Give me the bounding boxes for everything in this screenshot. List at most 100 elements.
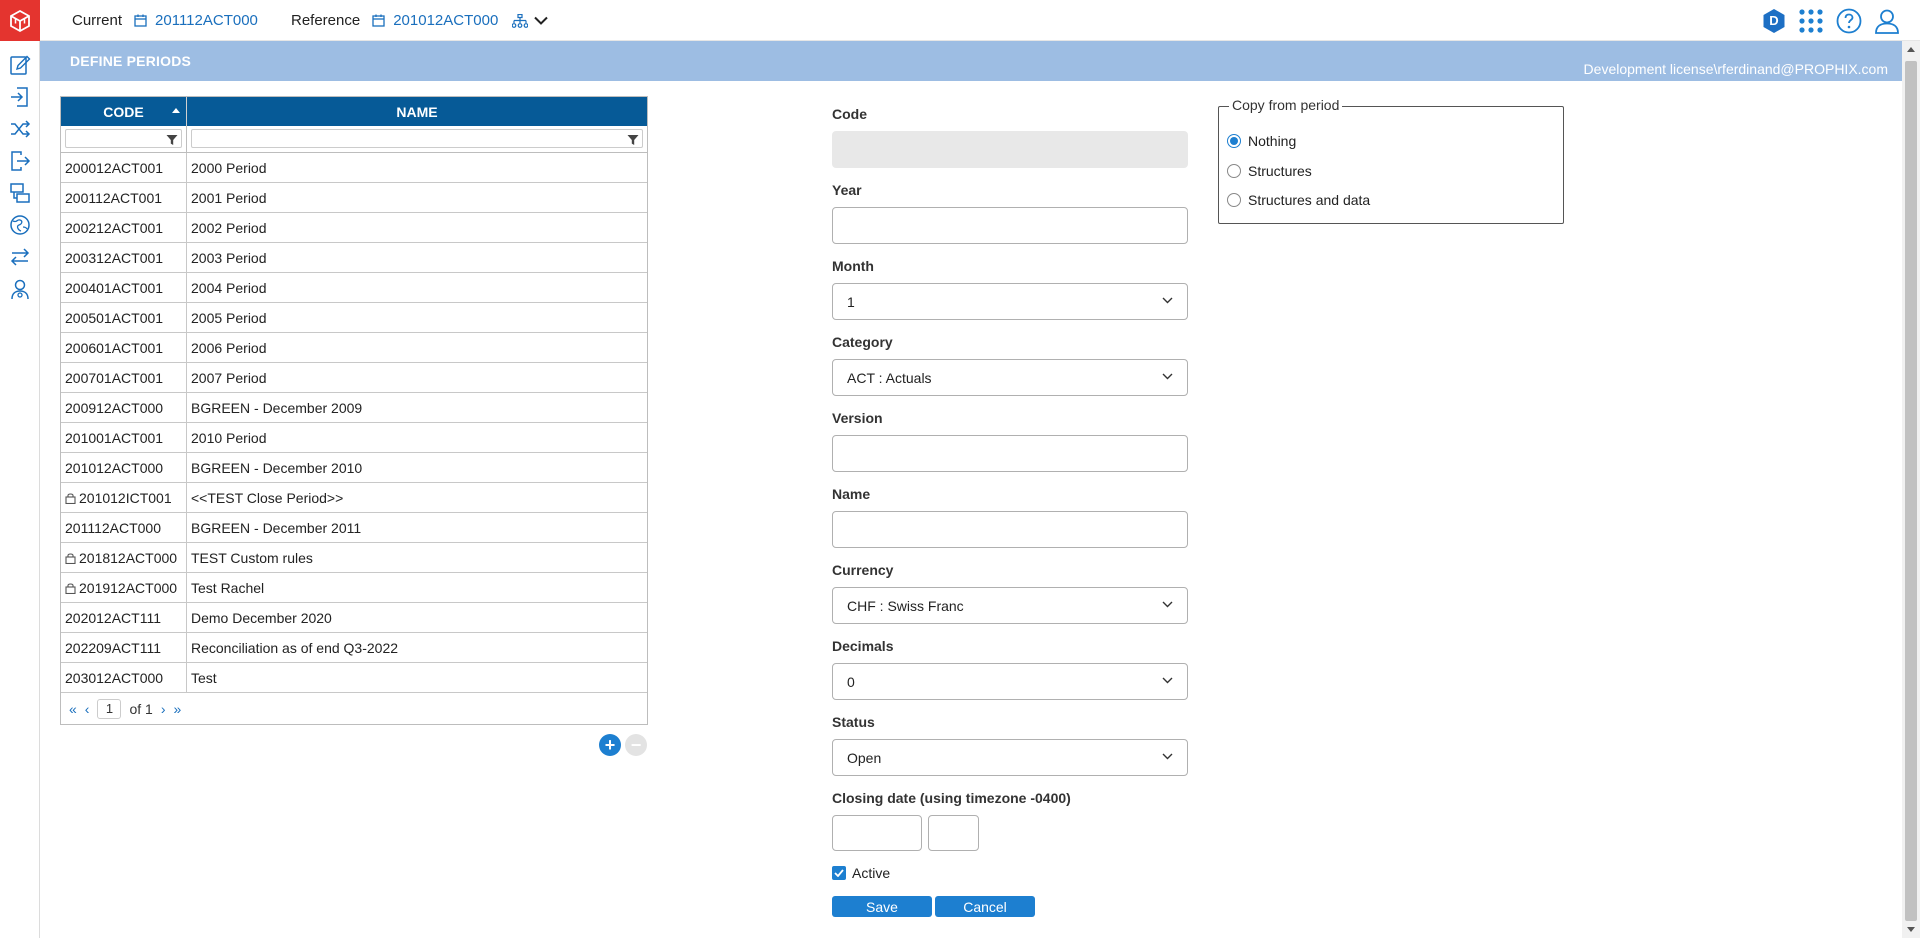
name-cell: BGREEN - December 2009 — [191, 399, 363, 416]
chevron-down-icon — [1162, 297, 1173, 304]
category-select[interactable]: ACT : Actuals — [832, 359, 1188, 396]
table-row[interactable]: 200012ACT001 2000 Period — [61, 153, 647, 183]
table-row[interactable]: 202012ACT111 Demo December 2020 — [61, 603, 647, 633]
last-page-icon[interactable]: » — [174, 701, 182, 717]
table-row[interactable]: 200701ACT001 2007 Period — [61, 363, 647, 393]
code-cell-text: 200112ACT001 — [65, 189, 163, 206]
save-button[interactable]: Save — [832, 896, 932, 917]
radio-structures-and-data[interactable]: Structures and data — [1227, 192, 1370, 208]
scrollbar-thumb[interactable] — [1905, 61, 1917, 921]
table-row[interactable]: 201812ACT000 TEST Custom rules — [61, 543, 647, 573]
table-row[interactable]: 201012ICT001 <<TEST Close Period>> — [61, 483, 647, 513]
app-logo[interactable] — [0, 0, 40, 41]
page-number-input[interactable]: 1 — [97, 698, 122, 719]
name-cell: 2010 Period — [191, 429, 267, 446]
table-row[interactable]: 200112ACT001 2001 Period — [61, 183, 647, 213]
name-cell: BGREEN - December 2011 — [191, 519, 362, 536]
table-row[interactable]: 201112ACT000 BGREEN - December 2011 — [61, 513, 647, 543]
row-actions: + − — [599, 734, 647, 756]
code-cell-text: 200601ACT001 — [65, 339, 164, 356]
hierarchy-menu[interactable] — [512, 0, 548, 41]
version-label: Version — [832, 410, 883, 426]
column-header-code[interactable]: CODE — [61, 97, 187, 126]
help-icon[interactable] — [1836, 8, 1862, 34]
checkbox-checked-icon — [832, 866, 846, 880]
filter-input-name[interactable] — [191, 129, 643, 148]
radio-nothing[interactable]: Nothing — [1227, 133, 1296, 149]
shuffle-icon[interactable] — [9, 118, 31, 140]
apps-grid-icon[interactable] — [1798, 8, 1824, 34]
table-row[interactable]: 203012ACT000 Test — [61, 663, 647, 693]
reference-period-link[interactable]: 201012ACT000 — [372, 12, 498, 29]
currency-select-value: CHF : Swiss Franc — [847, 597, 964, 614]
closing-date-input[interactable] — [832, 815, 922, 851]
code-cell: 200112ACT001 — [61, 183, 187, 212]
name-cell: 2005 Period — [191, 309, 267, 326]
radio-structures-label: Structures — [1248, 163, 1312, 179]
layers-icon[interactable] — [9, 182, 31, 204]
user-admin-icon[interactable] — [9, 278, 31, 300]
code-cell-text: 200312ACT001 — [65, 249, 164, 266]
radio-structures[interactable]: Structures — [1227, 163, 1312, 179]
code-cell: 201112ACT000 — [61, 513, 187, 542]
user-profile-icon[interactable] — [1874, 8, 1900, 34]
current-period-value: 201112ACT000 — [155, 12, 258, 29]
current-period-link[interactable]: 201112ACT000 — [134, 12, 258, 29]
code-cell: 200012ACT001 — [61, 153, 187, 182]
table-row[interactable]: 200312ACT001 2003 Period — [61, 243, 647, 273]
add-row-button[interactable]: + — [599, 734, 621, 756]
globe-icon[interactable] — [9, 214, 31, 236]
table-row[interactable]: 201001ACT001 2010 Period — [61, 423, 647, 453]
filter-icon[interactable] — [627, 134, 639, 146]
code-cell-text: 200501ACT001 — [65, 309, 164, 326]
filter-cell-name — [187, 126, 647, 152]
cancel-button[interactable]: Cancel — [935, 896, 1035, 917]
active-label: Active — [852, 865, 891, 881]
closing-time-input[interactable] — [928, 815, 979, 851]
filter-icon[interactable] — [166, 134, 178, 146]
next-page-icon[interactable]: › — [161, 701, 166, 717]
radio-unselected-icon — [1227, 164, 1241, 178]
filter-input-code[interactable] — [65, 129, 182, 148]
name-field[interactable] — [832, 511, 1188, 548]
decimals-select[interactable]: 0 — [832, 663, 1188, 700]
code-cell-text: 201912ACT000 — [79, 579, 178, 596]
table-row[interactable]: 200501ACT001 2005 Period — [61, 303, 647, 333]
table-row[interactable]: 201912ACT000 Test Rachel — [61, 573, 647, 603]
radio-selected-icon — [1227, 134, 1241, 148]
scroll-up-arrow-icon[interactable] — [1907, 47, 1915, 52]
hierarchy-icon — [512, 13, 528, 28]
first-page-icon[interactable]: « — [69, 701, 77, 717]
year-field[interactable] — [832, 207, 1188, 244]
vertical-scrollbar[interactable] — [1902, 41, 1920, 938]
environment-badge[interactable]: D — [1762, 8, 1786, 34]
table-row[interactable]: 200601ACT001 2006 Period — [61, 333, 647, 363]
month-select[interactable]: 1 — [832, 283, 1188, 320]
name-cell: 2002 Period — [191, 219, 267, 236]
name-cell: 2006 Period — [191, 339, 267, 356]
remove-row-button[interactable]: − — [625, 734, 647, 756]
active-checkbox[interactable]: Active — [832, 865, 890, 881]
code-cell-text: 200212ACT001 — [65, 219, 164, 236]
chevron-down-icon — [1162, 601, 1173, 608]
table-row[interactable]: 200912ACT000 BGREEN - December 2009 — [61, 393, 647, 423]
name-cell: 2001 Period — [191, 189, 267, 206]
table-row[interactable]: 202209ACT111 Reconciliation as of end Q3-… — [61, 633, 647, 663]
edit-document-icon[interactable] — [9, 54, 31, 76]
column-header-name[interactable]: NAME — [187, 97, 647, 126]
table-row[interactable]: 200401ACT001 2004 Period — [61, 273, 647, 303]
code-cell-text: 201012ICT001 — [79, 489, 172, 506]
version-field[interactable] — [832, 435, 1188, 472]
radio-unselected-icon — [1227, 193, 1241, 207]
import-icon[interactable] — [9, 86, 31, 108]
transfer-arrows-icon[interactable] — [9, 246, 31, 268]
name-cell: Reconciliation as of end Q3-2022 — [191, 639, 399, 656]
table-row[interactable]: 201012ACT000 BGREEN - December 2010 — [61, 453, 647, 483]
status-select[interactable]: Open — [832, 739, 1188, 776]
prev-page-icon[interactable]: ‹ — [85, 701, 90, 717]
chevron-down-icon — [1162, 677, 1173, 684]
scroll-down-arrow-icon[interactable] — [1907, 927, 1915, 932]
export-icon[interactable] — [9, 150, 31, 172]
currency-select[interactable]: CHF : Swiss Franc — [832, 587, 1188, 624]
table-row[interactable]: 200212ACT001 2002 Period — [61, 213, 647, 243]
